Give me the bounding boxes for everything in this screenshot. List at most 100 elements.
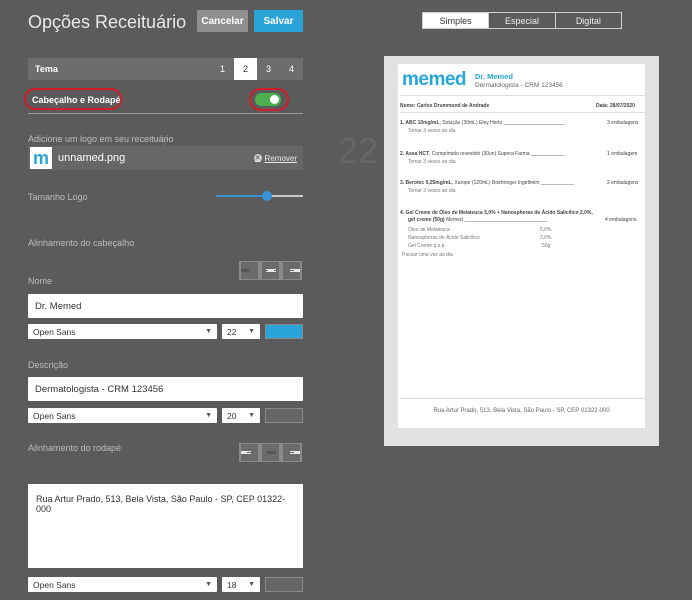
preview-gel-title: 4. Gel Creme de Óleo de Melaleuca 5,0% +… [400, 210, 593, 216]
name-size-value: 22 [227, 326, 237, 337]
logo-file-name: unnamed.png [58, 152, 126, 164]
name-label: Nome [28, 276, 53, 286]
preview-gel-component: Gel Creme q.s.p. [408, 243, 446, 249]
logo-size-slider-thumb[interactable] [262, 191, 272, 201]
tab-especial[interactable]: Especial [488, 13, 554, 28]
theme-label: Tema [35, 64, 58, 74]
preview-item-instr: Tomar 3 vezes ao dia [408, 159, 456, 165]
logo-label: Adicione um logo em seu receituário [28, 134, 174, 144]
description-color-swatch[interactable] [265, 408, 303, 423]
preview-item-detail: , Xarope (120mL) Boehringer Ingelheim __… [451, 180, 575, 186]
preview-gel-component-value: 50g [542, 243, 551, 249]
preview-item-detail: , Solução (30mL) Eley Hertz ____________… [439, 120, 565, 126]
preview-doctor-description: Dermatologista - CRM 123456 [475, 82, 563, 89]
footer-font-select[interactable]: Open Sans ▼ [28, 577, 217, 592]
header-alignment-label: Alinhamento do cabeçalho [28, 238, 135, 248]
footer-size-select[interactable]: 18 ▼ [222, 577, 260, 592]
highlight-ring [249, 88, 289, 111]
preview-gel-line: gel creme (50g) Memed __________________… [408, 217, 548, 223]
align-center-icon [261, 443, 280, 462]
preview-logo: memed [402, 69, 467, 90]
preview-item-instr: Tomar 3 vezes ao dia [408, 128, 456, 134]
header-alignment-group [239, 261, 302, 280]
chevron-down-icon: ▼ [248, 412, 255, 419]
footer-alignment-label: Alinhamento do rodapé [28, 443, 122, 453]
preview-item: 3. Berotec 0,25mg/mL, Xarope (120mL) Boe… [400, 180, 574, 186]
preview-gel-component-value: 5,0% [540, 227, 552, 233]
align-center-icon [261, 261, 280, 280]
footer-font-value: Open Sans [33, 579, 76, 590]
align-right-button[interactable] [281, 261, 302, 280]
preview-gel-instr: Passar uma vez ao dia [402, 252, 453, 258]
footer-size-value: 18 [227, 579, 237, 590]
name-font-select[interactable]: Open Sans ▼ [28, 324, 217, 339]
description-font-select[interactable]: Open Sans ▼ [28, 408, 217, 423]
description-size-select[interactable]: 20 ▼ [222, 408, 260, 423]
footer-color-swatch[interactable] [265, 577, 303, 592]
theme-selector: Tema 1 2 3 4 [28, 58, 303, 80]
align-right-icon [282, 443, 301, 462]
preview-gel-component: Nanospheras de Ácido Salicílico [408, 235, 480, 241]
preview-item-qty: 1 embalagem [607, 151, 638, 157]
name-input[interactable]: Dr. Memed [28, 294, 303, 318]
align-center-button[interactable] [260, 261, 281, 280]
preview-divider [400, 112, 645, 113]
preview-item-detail: , Comprimido revestido (30un) Supera Far… [429, 151, 565, 157]
align-right-icon [282, 261, 301, 280]
footer-textarea[interactable]: Rua Artur Prado, 513, Bela Vista, São Pa… [28, 484, 303, 568]
footer-align-left-button[interactable] [239, 443, 260, 462]
prescription-type-tabs: Simples Especial Digital [422, 12, 622, 29]
preview-item-instr: Tomar 3 vezes ao dia [408, 188, 456, 194]
chevron-down-icon: ▼ [248, 328, 255, 335]
preview-date: Data: 28/07/2020 [596, 103, 635, 109]
preview-gel-title2: gel creme (50g) [408, 217, 445, 223]
footer-alignment-group [239, 443, 302, 462]
name-color-swatch[interactable] [265, 324, 303, 339]
description-label: Descrição [28, 360, 69, 370]
preview-gel-maker: Memed ______________________________ [444, 217, 548, 223]
description-input[interactable]: Dermatologista - CRM 123456 [28, 377, 303, 401]
tab-digital[interactable]: Digital [554, 13, 621, 28]
background-ghost-number: 22 [338, 130, 379, 171]
chevron-down-icon: ▼ [205, 581, 212, 588]
preview-item: 2. Asea HCT, Comprimido revestido (30un)… [400, 151, 564, 157]
divider [28, 113, 303, 114]
chevron-down-icon: ▼ [205, 412, 212, 419]
theme-option-4[interactable]: 4 [280, 58, 303, 80]
footer-align-right-button[interactable] [281, 443, 302, 462]
page-title: Opções Receituário [28, 12, 187, 32]
footer-align-center-button[interactable] [260, 443, 281, 462]
theme-option-2[interactable]: 2 [234, 58, 257, 80]
highlight-ring [24, 88, 122, 110]
tab-simples[interactable]: Simples [423, 13, 489, 28]
logo-thumbnail: m [30, 147, 52, 169]
logo-file-row: m unnamed.png ✕ Remover [28, 146, 303, 170]
remove-logo-label: Remover [264, 153, 297, 163]
name-size-select[interactable]: 22 ▼ [222, 324, 260, 339]
preview-item-title: 1. ABC 10mg/mL [400, 120, 440, 126]
align-left-button[interactable] [239, 261, 260, 280]
logo-size-slider-fill [216, 195, 268, 197]
preview-item-title: 2. Asea HCT [400, 151, 429, 157]
prescription-preview: memed Dr. Memed Dermatologista - CRM 123… [398, 64, 645, 428]
preview-divider [400, 95, 645, 96]
description-size-value: 20 [227, 410, 237, 421]
theme-option-1[interactable]: 1 [211, 58, 234, 80]
preview-gel-component: Óleo de Melaleuca [408, 227, 450, 233]
save-button[interactable]: Salvar [254, 10, 303, 32]
preview-item: 1. ABC 10mg/mL, Solução (30mL) Eley Hert… [400, 120, 565, 126]
remove-logo-button[interactable]: ✕ Remover [253, 153, 297, 163]
chevron-down-icon: ▼ [248, 581, 255, 588]
preview-patient: Nome: Carlos Drummond de Andrade [400, 103, 490, 109]
preview-gel-qty: 4 embalagens [605, 217, 637, 223]
description-font-value: Open Sans [33, 410, 76, 421]
preview-gel-component-value: 2,0% [540, 235, 552, 241]
preview-divider [400, 398, 645, 399]
preview-item-title: 3. Berotec 0,25mg/mL [400, 180, 452, 186]
preview-doctor-name: Dr. Memed [475, 72, 513, 81]
theme-option-3[interactable]: 3 [257, 58, 280, 80]
close-icon: ✕ [253, 154, 262, 162]
cancel-button[interactable]: Cancelar [197, 10, 248, 32]
align-left-icon [240, 261, 259, 280]
name-font-value: Open Sans [33, 326, 76, 337]
